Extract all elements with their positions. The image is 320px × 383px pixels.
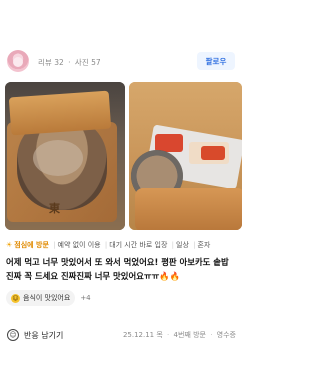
- visit-tag: 예약 없이 이용: [57, 241, 101, 249]
- review-footer: ☺ 반응 남기기 25.12.11 목 · 4번째 방문 · 영수증: [0, 326, 242, 344]
- receipt-label: 영수증: [216, 331, 236, 339]
- review-text: 어제 먹고 너무 맛있어서 또 와서 먹었어요! 평판 아보카도 솥밥 진짜 꼭…: [6, 257, 229, 281]
- photo-lid-lettering: 東: [49, 202, 60, 215]
- reaction-button[interactable]: ☺ 반응 남기기: [7, 326, 63, 344]
- review-text-block[interactable]: 어제 먹고 너무 맛있어서 또 와서 먹었어요! 평판 아보카도 솥밥 진짜 꼭…: [6, 255, 238, 283]
- more-keywords-count[interactable]: +4: [80, 294, 90, 302]
- review-count-label: 리뷰: [38, 58, 52, 67]
- visit-tag: 대기 시간 바로 입장: [109, 241, 168, 249]
- review-photo-1[interactable]: 東: [5, 82, 125, 230]
- avatar[interactable]: [7, 50, 29, 72]
- smile-outline-icon: ☺: [7, 329, 19, 341]
- visit-tag: 혼자: [197, 241, 211, 249]
- keyword-row[interactable]: ☺ 음식이 맛있어요 +4: [6, 289, 91, 307]
- visit-tag: 일상: [176, 241, 189, 249]
- photo-carousel[interactable]: 東: [5, 82, 242, 230]
- keyword-chip[interactable]: ☺ 음식이 맛있어요: [6, 290, 76, 306]
- review-header: 리뷰 32 · 사진 57 팔로우: [0, 0, 242, 82]
- visit-count: 4번째 방문: [173, 331, 206, 339]
- sun-icon: ☀: [6, 241, 13, 249]
- visit-tags: ☀ 점심에 방문 | 예약 없이 이용 | 대기 시간 바로 입장 | 일상 | 혼자: [6, 241, 211, 249]
- review-photo-2[interactable]: [129, 82, 242, 230]
- review-count: 32: [54, 58, 64, 67]
- photo-count: 57: [91, 58, 101, 67]
- smile-icon: ☺: [11, 293, 20, 303]
- review-date: 25.12.11 목: [122, 331, 163, 339]
- reviewer-stats: 리뷰 32 · 사진 57: [38, 58, 101, 67]
- follow-button[interactable]: 팔로우: [197, 52, 235, 70]
- reaction-label: 반응 남기기: [24, 330, 64, 340]
- keyword-label: 음식이 맛있어요: [23, 294, 71, 302]
- review-meta: 25.12.11 목 · 4번째 방문 · 영수증: [122, 331, 236, 339]
- visit-time-tag: 점심에 방문: [14, 241, 49, 249]
- photo-count-label: 사진: [74, 58, 89, 67]
- fire-emoji: 🔥🔥: [159, 271, 181, 281]
